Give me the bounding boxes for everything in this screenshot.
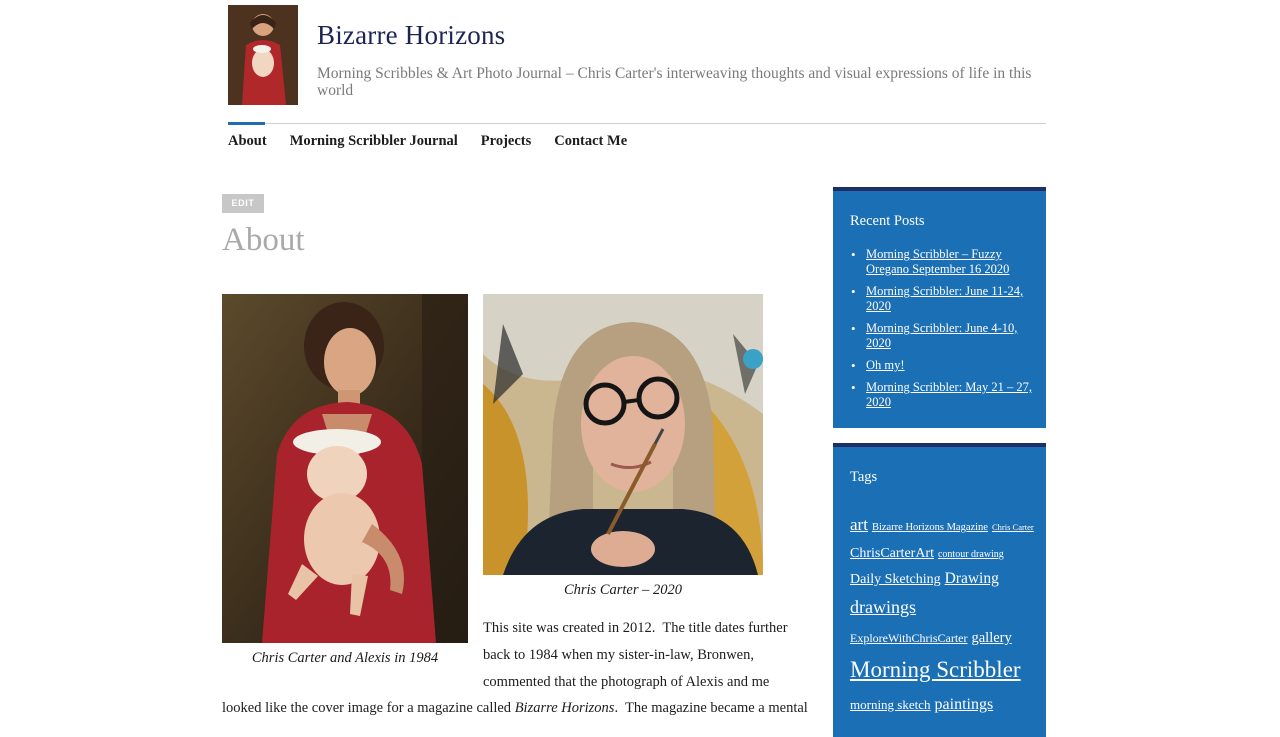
recent-post-link[interactable]: Oh my! (866, 358, 905, 372)
tag-paintings[interactable]: paintings (935, 696, 994, 713)
page-title: About (222, 222, 305, 258)
site-logo-image (228, 5, 298, 105)
photo-2-image (483, 294, 763, 575)
tag-morning-sketch[interactable]: morning sketch (850, 697, 931, 712)
recent-post-item: Morning Scribbler – Fuzzy Oregano Septem… (850, 247, 1035, 277)
paragraph-line-4-start: looked like the cover image for a magazi… (222, 700, 515, 716)
nav-item-about[interactable]: About (228, 133, 267, 150)
edit-button[interactable]: EDIT (222, 194, 264, 213)
recent-post-item: Morning Scribbler: June 11-24, 2020 (850, 284, 1035, 314)
site-logo[interactable] (228, 5, 298, 105)
site-description: Morning Scribbles & Art Photo Journal – … (317, 65, 1032, 99)
recent-post-link[interactable]: Morning Scribbler – Fuzzy Oregano Septem… (866, 247, 1009, 276)
photo-chris-carter-2020 (483, 294, 763, 575)
tag-drawings[interactable]: drawings (850, 597, 916, 617)
tag-chriscarterart[interactable]: ChrisCarterArt (850, 546, 934, 561)
recent-posts-list: Morning Scribbler – Fuzzy Oregano Septem… (850, 247, 1035, 417)
recent-post-item: Oh my! (850, 358, 1035, 373)
recent-post-link[interactable]: Morning Scribbler: June 4-10, 2020 (866, 321, 1017, 350)
recent-posts-widget: Recent Posts Morning Scribbler – Fuzzy O… (833, 187, 1046, 428)
tag-morning-scribbler[interactable]: Morning Scribbler (850, 657, 1021, 682)
tags-widget: Tags art Bizarre Horizons Magazine Chris… (833, 443, 1046, 737)
tag-line-1: art Bizarre Horizons Magazine Chris Cart… (850, 515, 1034, 535)
photo-1-image (222, 294, 468, 643)
tag-line-3: Daily Sketching Drawing (850, 570, 999, 588)
site-title[interactable]: Bizarre Horizons (317, 20, 505, 51)
caption-photo-2: Chris Carter – 2020 (563, 582, 683, 598)
recent-posts-title: Recent Posts (850, 213, 925, 229)
photo-chris-and-alexis-1984 (222, 294, 468, 643)
paragraph-line-1: This site was created in 2012. The title… (483, 620, 788, 636)
tag-line-6: Morning Scribbler (850, 657, 1021, 683)
magazine-title: Bizarre Horizons (514, 700, 615, 716)
paragraph-line-3: commented that the photograph of Alexis … (483, 674, 770, 690)
caption-photo-1: Chris Carter and Alexis in 1984 (251, 650, 439, 666)
paragraph-line-4-end: . The magazine became a mental (614, 700, 808, 716)
tag-art[interactable]: art (850, 515, 868, 534)
nav-item-contact-me[interactable]: Contact Me (554, 133, 627, 150)
tags-title: Tags (850, 469, 878, 485)
tag-drawing[interactable]: Drawing (945, 570, 999, 587)
paragraph-line-4: looked like the cover image for a magazi… (222, 695, 808, 722)
recent-post-item: Morning Scribbler: June 4-10, 2020 (850, 321, 1035, 351)
nav-active-indicator (228, 122, 265, 125)
tag-gallery[interactable]: gallery (972, 630, 1012, 646)
tag-bizarre-horizons-magazine[interactable]: Bizarre Horizons Magazine (872, 522, 988, 533)
paragraph-line-2: back to 1984 when my sister-in-law, Bron… (483, 647, 754, 663)
recent-post-link[interactable]: Morning Scribbler: June 11-24, 2020 (866, 284, 1023, 313)
tag-contour-drawing[interactable]: contour drawing (938, 549, 1004, 560)
tag-chris-carter[interactable]: Chris Carter (992, 522, 1034, 532)
tag-explorewithchriscarter[interactable]: ExploreWithChrisCarter (850, 631, 968, 645)
tag-line-2: ChrisCarterArt contour drawing (850, 544, 1004, 562)
tag-line-7: morning sketch paintings (850, 696, 993, 714)
main-navigation: About Morning Scribbler Journal Projects… (228, 133, 650, 150)
tag-daily-sketching[interactable]: Daily Sketching (850, 572, 941, 587)
nav-item-projects[interactable]: Projects (481, 133, 531, 150)
tag-line-4: drawings (850, 597, 916, 618)
nav-item-morning-scribbler-journal[interactable]: Morning Scribbler Journal (290, 133, 458, 150)
tag-line-5: ExploreWithChrisCarter gallery (850, 629, 1012, 647)
recent-post-link[interactable]: Morning Scribbler: May 21 – 27, 2020 (866, 380, 1032, 409)
header-divider (228, 123, 1046, 124)
recent-post-item: Morning Scribbler: May 21 – 27, 2020 (850, 380, 1035, 410)
